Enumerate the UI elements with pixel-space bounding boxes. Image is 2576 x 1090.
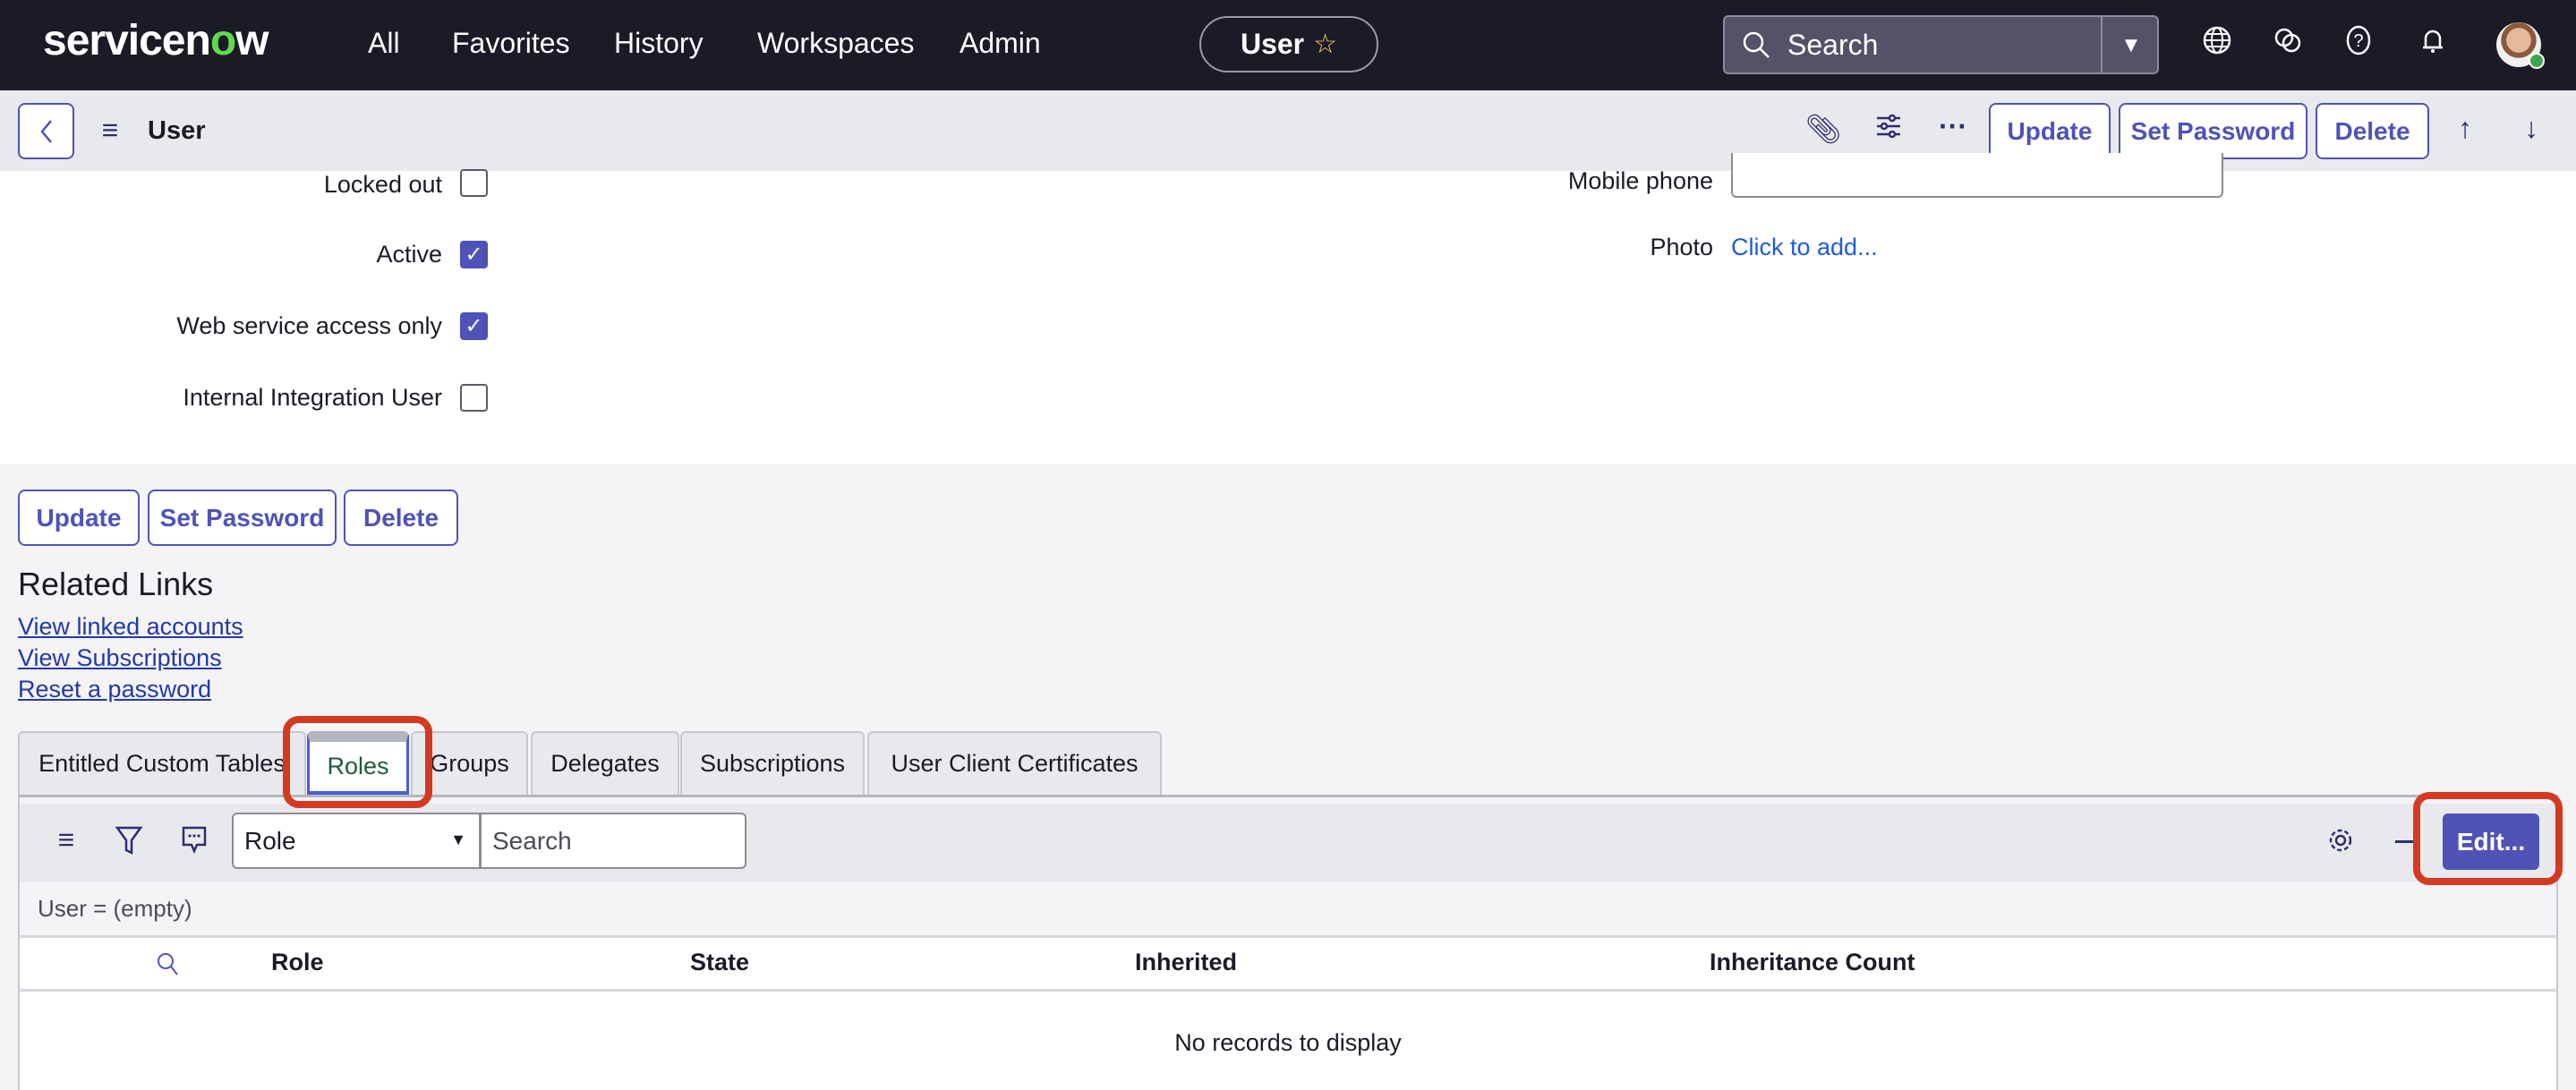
search-icon	[1743, 31, 1770, 58]
update-button[interactable]: Update	[18, 490, 140, 546]
roles-tab-highlight	[283, 716, 432, 808]
context-menu-icon[interactable]: ≡	[90, 114, 130, 147]
update-button-top[interactable]: Update	[1989, 103, 2111, 159]
reset-password-link[interactable]: Reset a password	[18, 676, 211, 703]
previous-record-arrow-icon[interactable]: ↑	[2445, 112, 2485, 145]
list-menu-icon[interactable]: ≡	[47, 823, 86, 856]
gear-icon[interactable]	[2325, 825, 2356, 860]
internal-integration-checkbox[interactable]	[460, 384, 488, 412]
mobile-phone-label: Mobile phone	[1567, 167, 1713, 194]
search-field-value: Role	[244, 827, 296, 855]
search-scope-dropdown-icon[interactable]: ▼	[2120, 33, 2142, 58]
view-linked-accounts-link[interactable]: View linked accounts	[18, 613, 243, 641]
column-header-inherited[interactable]: Inherited	[1135, 949, 1237, 976]
nav-favorites[interactable]: Favorites	[452, 27, 570, 60]
list-breadcrumb[interactable]: User = (empty)	[38, 895, 192, 923]
context-pill-label: User	[1240, 28, 1305, 60]
tab-delegates[interactable]: Delegates	[531, 731, 679, 795]
back-button[interactable]	[18, 103, 74, 159]
delete-button-top[interactable]: Delete	[2316, 103, 2429, 159]
related-links-heading: Related Links	[18, 566, 214, 602]
set-password-button-top[interactable]: Set Password	[2119, 103, 2307, 159]
logo-text-o: o	[209, 17, 236, 64]
list-search-input[interactable]: Search	[480, 813, 746, 869]
filter-icon[interactable]	[115, 825, 143, 860]
photo-label: Photo	[1650, 234, 1713, 260]
mobile-phone-input[interactable]	[1731, 153, 2223, 198]
next-record-arrow-icon[interactable]: ↓	[2512, 112, 2551, 145]
web-service-access-checkbox[interactable]: ✓	[460, 312, 488, 340]
photo-add-link[interactable]: Click to add...	[1731, 234, 1878, 261]
logo-text: servicen	[43, 17, 211, 64]
svg-text:?: ?	[2353, 31, 2363, 51]
global-search[interactable]: Search ▼	[1723, 15, 2159, 74]
delete-button[interactable]: Delete	[344, 490, 458, 546]
chevron-left-icon	[39, 119, 52, 143]
comment-icon[interactable]	[181, 825, 208, 860]
top-navigation-bar: servicenow All Favorites History Workspa…	[0, 0, 2576, 90]
column-header-inheritance-count[interactable]: Inheritance Count	[1710, 949, 1915, 976]
star-icon[interactable]: ☆	[1313, 29, 1337, 60]
web-service-access-label: Web service access only	[176, 312, 442, 339]
set-password-button[interactable]: Set Password	[148, 490, 337, 546]
empty-message: No records to display	[1174, 1029, 1402, 1056]
servicenow-logo[interactable]: servicenow	[43, 16, 269, 65]
logo-text-end: w	[235, 17, 269, 64]
nav-history[interactable]: History	[614, 27, 704, 60]
nav-workspaces[interactable]: Workspaces	[757, 27, 914, 60]
avatar[interactable]	[2496, 22, 2545, 69]
nav-all[interactable]: All	[368, 27, 400, 60]
user-form: Locked out Active ✓ Web service access o…	[0, 153, 2576, 464]
column-header-role[interactable]: Role	[271, 949, 324, 976]
globe-icon[interactable]	[2199, 25, 2235, 61]
caret-down-icon: ▼	[450, 830, 466, 848]
chat-icon[interactable]	[2270, 25, 2306, 61]
nav-admin[interactable]: Admin	[960, 27, 1041, 60]
more-options-icon[interactable]: ···	[1933, 110, 1973, 143]
form-title: User	[148, 116, 206, 145]
global-search-input[interactable]: Search	[1787, 29, 1878, 62]
internal-integration-label: Internal Integration User	[183, 384, 442, 411]
tab-entitled-custom-tables[interactable]: Entitled Custom Tables	[18, 731, 306, 795]
edit-button-highlight	[2413, 792, 2563, 885]
context-pill[interactable]: User ☆	[1199, 16, 1378, 72]
online-status-icon	[2529, 53, 2545, 69]
column-header-state[interactable]: State	[690, 949, 749, 976]
search-divider	[2101, 17, 2103, 72]
collapse-icon[interactable]	[2395, 840, 2415, 843]
sliders-icon[interactable]	[1869, 112, 1908, 148]
paperclip-icon[interactable]: 📎︎	[1804, 112, 1843, 146]
bell-icon[interactable]	[2415, 25, 2451, 61]
table-header	[20, 935, 2556, 992]
tab-subscriptions[interactable]: Subscriptions	[680, 731, 865, 795]
tab-user-client-certificates[interactable]: User Client Certificates	[867, 731, 1162, 795]
search-field-select[interactable]: Role ▼	[232, 813, 481, 869]
help-icon[interactable]: ?	[2341, 25, 2376, 61]
column-search-icon[interactable]	[155, 950, 180, 982]
view-subscriptions-link[interactable]: View Subscriptions	[18, 644, 222, 672]
